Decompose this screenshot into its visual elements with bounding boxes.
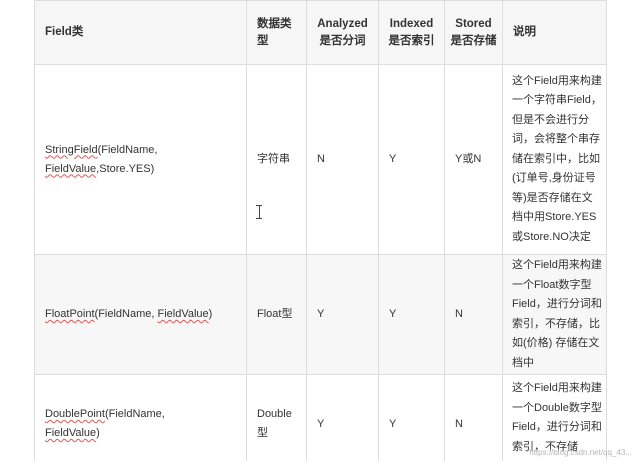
cell-stored: N (444, 374, 503, 461)
cell-stored: N (444, 254, 503, 375)
header-data-type: 数据类型 (246, 0, 307, 65)
header-note: 说明 (502, 0, 607, 65)
field-class-args: (FieldName, (104, 408, 165, 420)
cell-analyzed: N (306, 64, 379, 255)
field-class-args: (FieldName, (97, 143, 158, 156)
cell-indexed: Y (378, 254, 445, 375)
field-class-name: StringField (45, 143, 98, 156)
field-class-value: FieldValue (157, 308, 209, 320)
cell-field-class: DoublePoint(FieldName, FieldValue) (34, 374, 247, 461)
cell-indexed: Y (378, 374, 445, 461)
field-class-name: FloatPoint (45, 308, 95, 320)
cell-stored: Y或N (444, 64, 503, 255)
field-class-args-end: ,Store.YES) (96, 162, 155, 175)
header-indexed: Indexed 是否索引 (378, 0, 445, 65)
cell-note: 这个Field用来构建一个字符串Field，但是不会进行分词，会将整个串存储在索… (502, 64, 607, 255)
cell-analyzed: Y (306, 374, 379, 461)
cell-note: 这个Field用来构建一个Float数字型Field，进行分词和索引，不存储，比… (502, 254, 607, 375)
text-cursor-icon (256, 205, 262, 219)
cell-analyzed: Y (306, 254, 379, 375)
document-view: Field类 数据类型 Analyzed 是否分词 Indexed 是否索引 S… (0, 0, 640, 461)
cell-field-class: FloatPoint(FieldName, FieldValue) (34, 254, 247, 375)
field-types-table: Field类 数据类型 Analyzed 是否分词 Indexed 是否索引 S… (34, 0, 607, 461)
table-row: FloatPoint(FieldName, FieldValue) Float型… (34, 254, 607, 375)
header-stored: Stored 是否存储 (444, 0, 503, 65)
table-header-row: Field类 数据类型 Analyzed 是否分词 Indexed 是否索引 S… (34, 0, 607, 65)
field-class-args-end: ) (208, 308, 213, 320)
header-field-class: Field类 (34, 0, 247, 65)
cell-data-type: Double型 (246, 374, 307, 461)
field-class-value: FieldValue (45, 427, 97, 439)
field-class-name: DoublePoint (45, 408, 105, 420)
header-analyzed: Analyzed 是否分词 (306, 0, 379, 65)
cell-data-type: Float型 (246, 254, 307, 375)
cell-field-class: StringField(FieldName, FieldValue,Store.… (34, 64, 247, 255)
field-class-args-end: ) (96, 427, 100, 439)
cell-data-type: 字符串 (246, 64, 307, 255)
table-row: StringField(FieldName, FieldValue,Store.… (34, 64, 607, 255)
cell-indexed: Y (378, 64, 445, 255)
field-class-args: (FieldName, (94, 308, 158, 320)
field-class-value: FieldValue (45, 162, 97, 175)
table-row: DoublePoint(FieldName, FieldValue) Doubl… (34, 374, 607, 461)
watermark: https://blog.csdn.net/qq_43... (529, 448, 632, 457)
